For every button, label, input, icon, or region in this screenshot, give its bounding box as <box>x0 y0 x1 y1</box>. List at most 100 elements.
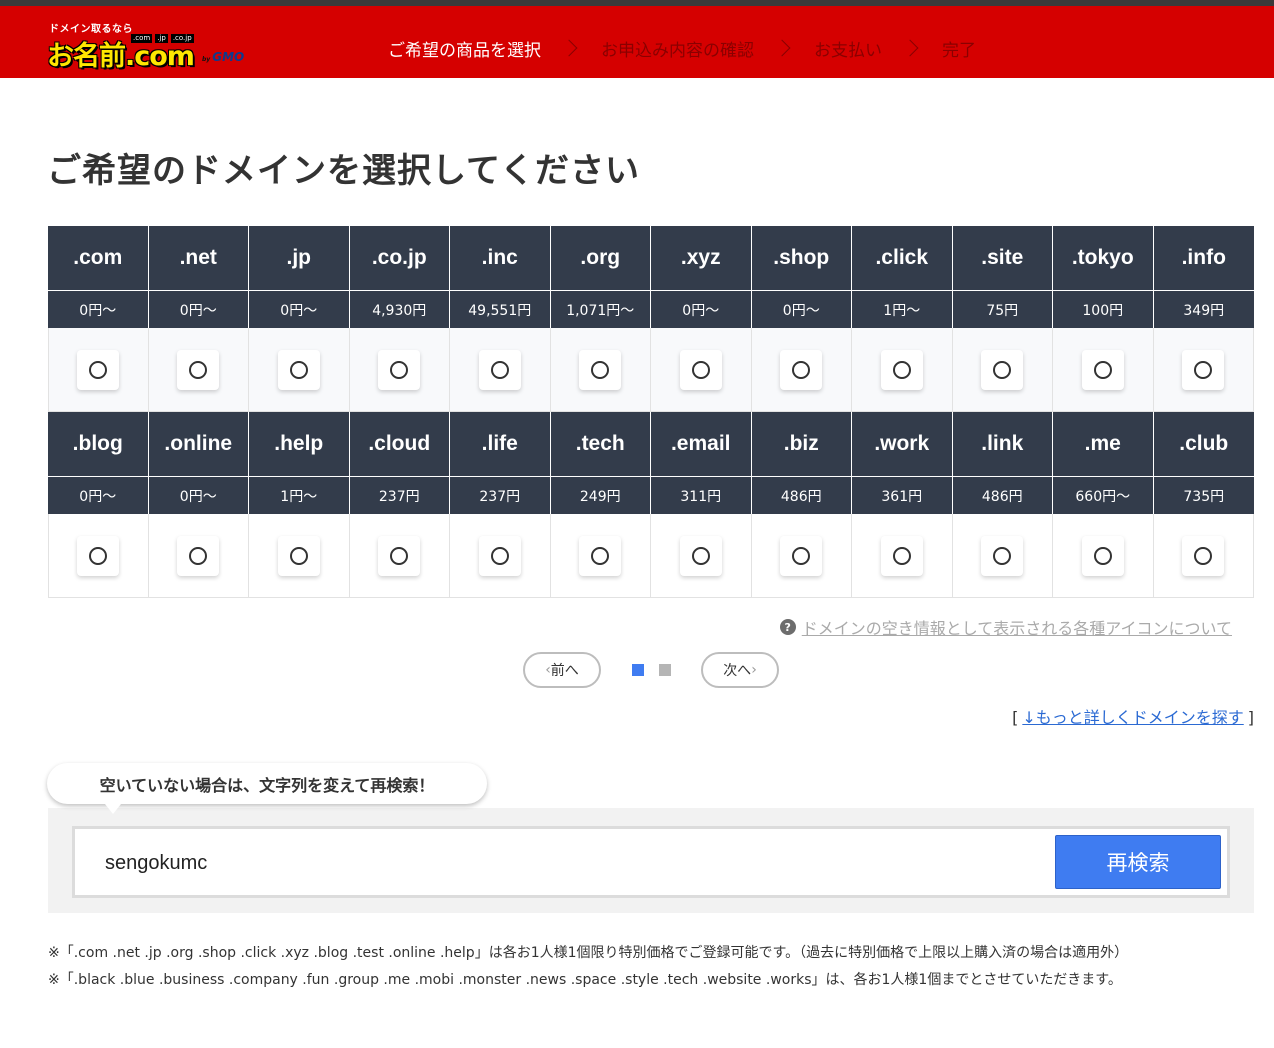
tld-name: .inc <box>450 226 551 290</box>
available-select-button[interactable] <box>378 349 421 390</box>
icon-help-link[interactable]: ? ドメインの空き情報として表示される各種アイコンについて <box>779 615 1232 639</box>
tld-select-cell <box>651 514 752 598</box>
tld-select-cell <box>952 328 1053 412</box>
circle-available-icon <box>792 360 811 379</box>
tld-select-cell <box>852 328 953 412</box>
tld-price: 100円 <box>1053 290 1154 328</box>
available-select-button[interactable] <box>981 349 1024 390</box>
page-dot[interactable] <box>659 664 671 676</box>
circle-available-icon <box>89 360 108 379</box>
tld-price: 1,071円〜 <box>550 290 651 328</box>
available-select-button[interactable] <box>780 535 823 576</box>
notes: ※「.com .net .jp .org .shop .click .xyz .… <box>48 940 1128 994</box>
prev-label: 前へ <box>550 663 579 679</box>
question-icon: ? <box>779 619 796 635</box>
note-line: ※「.com .net .jp .org .shop .click .xyz .… <box>48 945 1129 961</box>
available-select-button[interactable] <box>679 349 722 390</box>
tld-price: 4,930円 <box>349 290 450 328</box>
research-button[interactable]: 再検索 <box>1055 835 1221 889</box>
icon-help-text[interactable]: ドメインの空き情報として表示される各種アイコンについて <box>802 615 1232 639</box>
next-button[interactable]: 次へ › <box>701 652 779 688</box>
available-select-button[interactable] <box>478 535 521 576</box>
tld-name: .biz <box>751 412 852 476</box>
tld-price: 49,551円 <box>450 290 551 328</box>
available-select-button[interactable] <box>77 535 120 576</box>
tld-select-cell <box>148 328 249 412</box>
tld-name: .net <box>148 226 249 290</box>
more-search-link[interactable]: ↓もっと詳しくドメインを探す <box>1018 708 1247 727</box>
circle-available-icon <box>189 546 208 565</box>
tld-name: .club <box>1153 412 1254 476</box>
circle-available-icon <box>490 360 509 379</box>
onamae-logo[interactable]: ドメイン取るなら .com .jp .co.jp お名前.com by GMO <box>47 20 272 72</box>
chevron-right-icon <box>560 39 578 57</box>
available-select-button[interactable] <box>378 535 421 576</box>
tld-name: .link <box>952 412 1053 476</box>
page-dot-active[interactable] <box>632 664 644 676</box>
circle-available-icon <box>189 360 208 379</box>
available-select-button[interactable] <box>579 535 622 576</box>
tld-price: 237円 <box>450 476 551 514</box>
tld-price: 486円 <box>952 476 1053 514</box>
tld-name: .co.jp <box>349 226 450 290</box>
circle-available-icon <box>993 360 1012 379</box>
circle-available-icon <box>691 360 710 379</box>
circle-available-icon <box>1093 546 1112 565</box>
circle-available-icon <box>993 546 1012 565</box>
tld-price: 0円〜 <box>148 290 249 328</box>
header: ドメイン取るなら .com .jp .co.jp お名前.com by GMO ご… <box>0 6 1274 78</box>
tld-select-cell <box>249 328 350 412</box>
search-input[interactable] <box>105 843 1045 883</box>
available-select-button[interactable] <box>177 349 220 390</box>
tld-price: 0円〜 <box>48 290 149 328</box>
tld-price: 486円 <box>751 476 852 514</box>
tld-price: 349円 <box>1153 290 1254 328</box>
tld-price: 660円〜 <box>1053 476 1154 514</box>
available-select-button[interactable] <box>1081 349 1124 390</box>
tld-price: 735円 <box>1153 476 1254 514</box>
circle-available-icon <box>289 546 308 565</box>
tld-select-cell <box>550 328 651 412</box>
domain-grid: .com .net .jp .co.jp .inc .org .xyz .shop .click… <box>48 226 1254 598</box>
chevron-right-icon <box>901 39 919 57</box>
tld-select-cell <box>148 514 249 598</box>
circle-available-icon <box>892 546 911 565</box>
tld-name: .blog <box>48 412 149 476</box>
prev-button[interactable]: ‹ 前へ <box>523 652 601 688</box>
available-select-button[interactable] <box>77 349 120 390</box>
available-select-button[interactable] <box>679 535 722 576</box>
available-select-button[interactable] <box>780 349 823 390</box>
tld-name: .org <box>550 226 651 290</box>
circle-available-icon <box>1194 360 1213 379</box>
page-title: ご希望のドメインを選択してください <box>47 151 640 191</box>
tld-select-cell <box>1153 328 1254 412</box>
step-payment: お支払い <box>814 40 882 61</box>
available-select-button[interactable] <box>579 349 622 390</box>
available-select-button[interactable] <box>277 349 320 390</box>
available-select-button[interactable] <box>1182 349 1225 390</box>
circle-available-icon <box>390 546 409 565</box>
available-select-button[interactable] <box>277 535 320 576</box>
available-select-button[interactable] <box>478 349 521 390</box>
tld-select-cell <box>349 328 450 412</box>
circle-available-icon <box>792 546 811 565</box>
logo-text: お名前.com <box>47 41 195 72</box>
tld-select-cell <box>450 514 551 598</box>
tld-name: .help <box>249 412 350 476</box>
tld-select-cell <box>952 514 1053 598</box>
available-select-button[interactable] <box>177 535 220 576</box>
next-label: 次へ <box>723 663 752 679</box>
research-panel: 再検索 <box>48 808 1254 913</box>
tld-name: .cloud <box>349 412 450 476</box>
available-select-button[interactable] <box>981 535 1024 576</box>
tld-select-cell <box>48 328 149 412</box>
available-select-button[interactable] <box>880 535 923 576</box>
tld-name: .shop <box>751 226 852 290</box>
available-select-button[interactable] <box>1182 535 1225 576</box>
circle-available-icon <box>390 360 409 379</box>
available-select-button[interactable] <box>880 349 923 390</box>
available-select-button[interactable] <box>1081 535 1124 576</box>
step-complete: 完了 <box>942 40 976 61</box>
tld-name: .tech <box>550 412 651 476</box>
step-select-product: ご希望の商品を選択 <box>388 40 541 61</box>
